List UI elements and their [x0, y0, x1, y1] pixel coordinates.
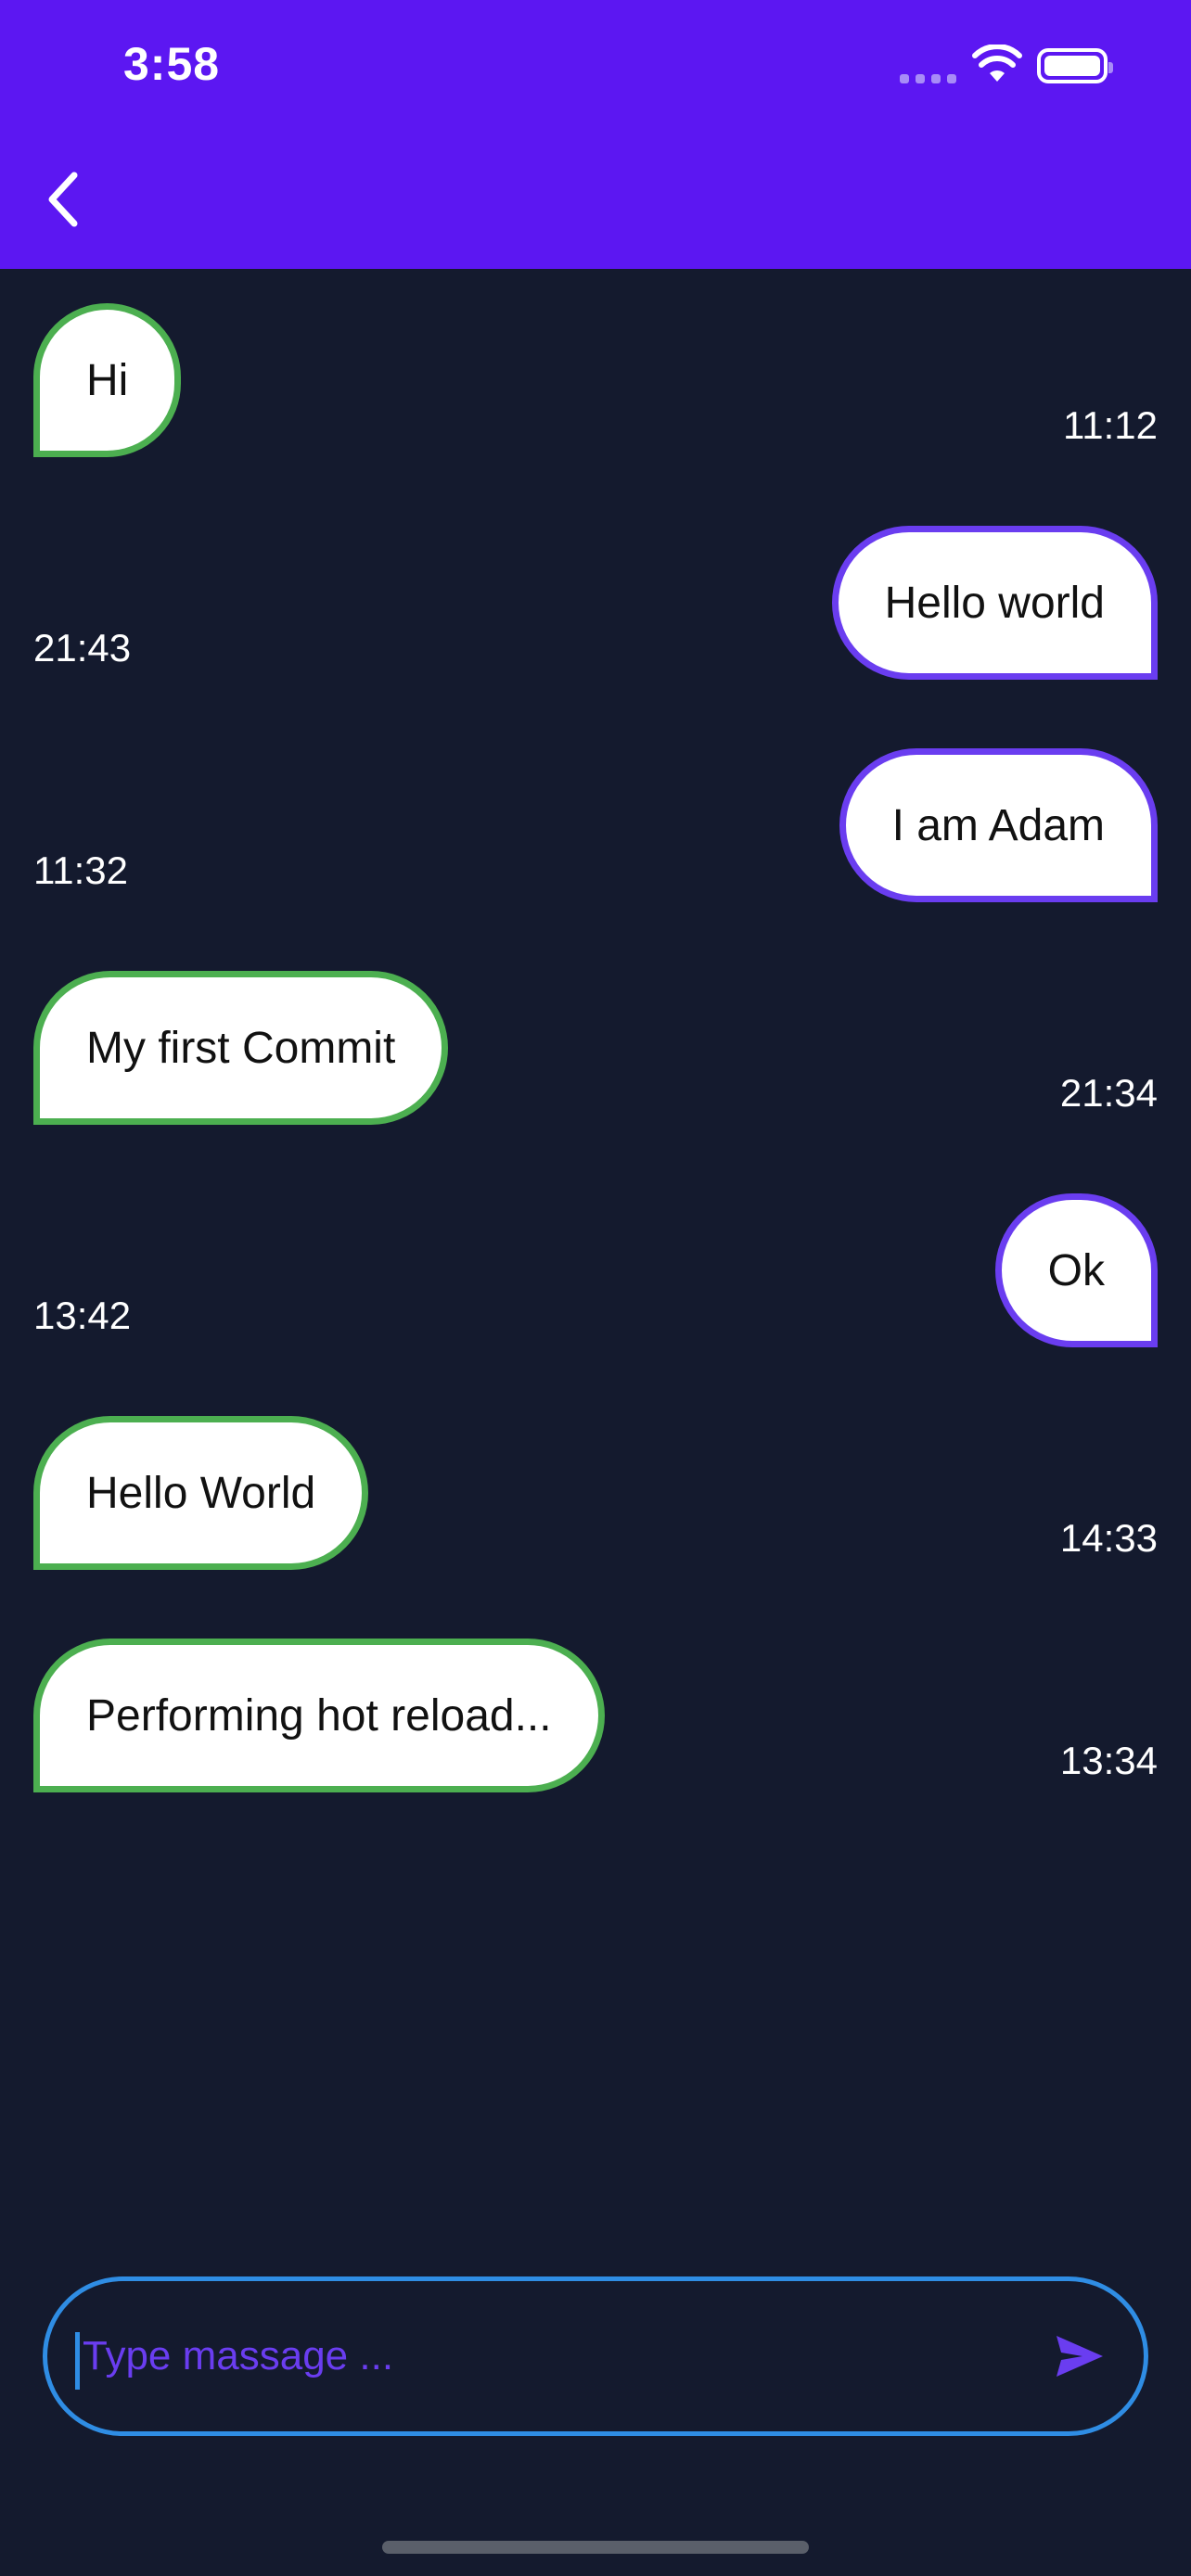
message-input[interactable] — [75, 2318, 1012, 2394]
message-time: 13:34 — [1059, 1739, 1158, 1782]
wifi-icon — [972, 45, 1022, 82]
message-bubble-incoming: Hello World — [33, 1416, 369, 1570]
app-header: 3:58 — [0, 0, 1191, 269]
message-bubble-outgoing: I am Adam — [839, 748, 1158, 902]
home-indicator[interactable] — [382, 2541, 809, 2554]
message-time: 11:32 — [33, 848, 128, 892]
send-icon[interactable] — [1051, 2328, 1107, 2384]
message-time: 21:43 — [33, 626, 132, 670]
message-bubble-outgoing: Ok — [994, 1193, 1158, 1347]
message-time: 13:42 — [33, 1294, 132, 1337]
message-bubble-incoming: Performing hot reload... — [33, 1639, 605, 1792]
message-time: 11:12 — [1063, 403, 1158, 447]
message-bubble-incoming: My first Commit — [33, 971, 449, 1125]
back-button[interactable] — [33, 167, 93, 232]
message-bubble-incoming: Hi — [33, 303, 182, 457]
cellular-signal-icon — [900, 74, 959, 85]
message-time: 21:34 — [1059, 1071, 1158, 1115]
chevron-left-icon — [48, 172, 78, 227]
battery-icon — [1037, 48, 1113, 83]
message-composer — [43, 2276, 1148, 2436]
message-bubble-outgoing: Hello world — [831, 526, 1158, 680]
message-time: 14:33 — [1059, 1516, 1158, 1560]
status-time: 3:58 — [123, 38, 221, 90]
